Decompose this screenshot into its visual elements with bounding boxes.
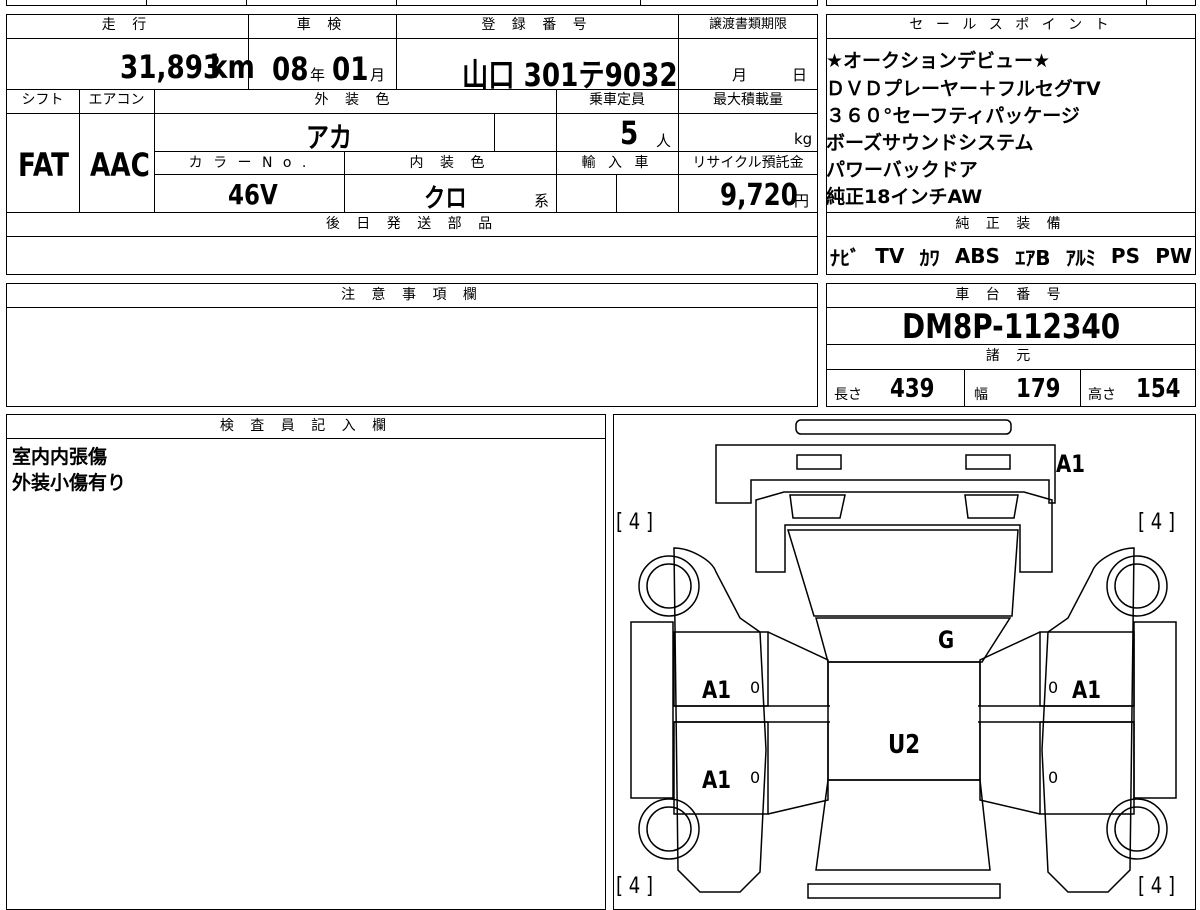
inspection-year-unit: 年 xyxy=(310,66,326,84)
tire-front-right-mark: [ 4 ] xyxy=(1138,874,1176,899)
aircon-header: エアコン xyxy=(88,92,145,108)
rear-window-shape xyxy=(786,529,1019,617)
inspector-line: 室内内張傷 xyxy=(12,446,108,468)
spec-width-label: 幅 xyxy=(974,387,988,403)
equipment-item: ｱﾙﾐ xyxy=(1065,245,1096,270)
equipment-item: ｶﾜ xyxy=(919,245,940,270)
damage-mark-left-rear-door: A1 xyxy=(702,676,731,704)
chassis-number-wrap: DM8P-112340 xyxy=(826,307,1196,347)
capacity-unit: 人 xyxy=(656,132,672,150)
sales-point-item: パワーバックドア xyxy=(826,159,978,181)
windshield-shape xyxy=(815,617,1012,663)
spec-height-value: 154 xyxy=(1136,374,1181,404)
top-cutoff-divider xyxy=(1146,0,1147,6)
max-load-header: 最大積載量 xyxy=(713,92,783,108)
sales-point-item: ３６０°セーフティパッケージ xyxy=(826,105,1080,127)
inspection-month-unit: 月 xyxy=(370,66,386,84)
notes-header: 注 意 事 項 欄 xyxy=(341,287,483,303)
spec-length-label: 長さ xyxy=(834,387,862,403)
damage-mark-roof: U2 xyxy=(888,730,921,760)
chassis-header: 車 台 番 号 xyxy=(955,287,1067,303)
sales-points-header: セ ー ル ス ポ イ ン ト xyxy=(909,17,1113,33)
capacity-value: 5 xyxy=(620,114,639,152)
mileage-header: 走 行 xyxy=(101,17,153,33)
equipment-item: PS xyxy=(1110,244,1140,268)
inspector-header: 検 査 員 記 入 欄 xyxy=(219,418,393,434)
equipment-item: TV xyxy=(875,244,905,268)
damage-mark-left-front-door: A1 xyxy=(702,766,731,794)
inspection-header: 車 検 xyxy=(296,17,348,33)
capacity-header: 乗車定員 xyxy=(589,92,645,108)
equipment-item: PW xyxy=(1155,244,1192,268)
score-left-front-door: 0 xyxy=(750,768,761,787)
exterior-color-header: 外 装 色 xyxy=(314,92,396,108)
shift-value: FAT xyxy=(18,146,70,184)
score-right-front-door: 0 xyxy=(1048,768,1059,787)
wheel-rear-left-shape xyxy=(638,555,700,617)
transfer-month-unit: 月 xyxy=(732,66,748,84)
spec-width-value: 179 xyxy=(1016,374,1061,404)
top-cutoff-row xyxy=(6,0,818,6)
import-header: 輸 入 車 xyxy=(581,155,653,171)
color-no-value: 46V xyxy=(228,178,278,211)
top-cutoff-row-right xyxy=(826,0,1196,6)
tire-front-left-mark: [ 4 ] xyxy=(616,874,654,899)
damage-mark-rear-bumper: A1 xyxy=(1056,450,1085,478)
recycle-header: リサイクル預託金 xyxy=(692,155,804,171)
top-cutoff-divider xyxy=(396,0,397,6)
damage-mark-windshield: G xyxy=(938,626,955,654)
max-load-unit: kg xyxy=(794,130,813,148)
car-diagram xyxy=(630,419,1177,899)
exterior-color-value: アカ xyxy=(306,121,352,154)
tailgate-shape xyxy=(755,491,1053,573)
mileage-value: 31,893 xyxy=(120,48,222,86)
interior-color-value: クロ xyxy=(424,184,467,214)
tire-rear-left-mark: [ 4 ] xyxy=(616,510,654,535)
hood-shape xyxy=(815,779,991,871)
top-cutoff-divider xyxy=(640,0,641,6)
transfer-day-unit: 日 xyxy=(792,66,808,84)
spec-length-value: 439 xyxy=(890,374,935,404)
roof-shape xyxy=(827,661,981,781)
sales-point-item: ★オークションデビュー★ xyxy=(826,50,1051,72)
sales-point-item: 純正18インチAW xyxy=(826,186,983,208)
spec-height-label: 高さ xyxy=(1088,387,1116,403)
score-left-rear-door: 0 xyxy=(750,678,761,697)
equipment-item: ﾅﾋﾞ xyxy=(830,245,860,270)
recycle-value: 9,720 xyxy=(720,178,798,213)
tire-rear-right-mark: [ 4 ] xyxy=(1138,510,1176,535)
mileage-unit: km xyxy=(210,48,255,86)
equipment-item: ABS xyxy=(954,244,1000,268)
equipment-header: 純 正 装 備 xyxy=(955,216,1067,232)
wheel-front-left-shape xyxy=(638,798,700,860)
damage-mark-right-rear-door: A1 xyxy=(1072,676,1101,704)
sales-point-item: ＤＶＤプレーヤー＋フルセグTV xyxy=(826,78,1101,100)
recycle-unit: 円 xyxy=(794,192,810,210)
equipment-list: ﾅﾋﾞ TV ｶﾜ ABS ｴｱB ｱﾙﾐ PS PW xyxy=(830,240,1192,272)
registration-header: 登 録 番 号 xyxy=(481,17,593,33)
shift-header: シフト xyxy=(21,92,64,108)
transfer-deadline-header: 譲渡書類期限 xyxy=(708,17,787,32)
specs-header: 諸 元 xyxy=(985,348,1037,364)
inspector-line: 外装小傷有り xyxy=(12,472,127,494)
inspection-year: 08 xyxy=(272,50,309,88)
inspection-month: 01 xyxy=(332,50,369,88)
rear-spoiler-shape xyxy=(795,419,1012,435)
equipment-item: ｴｱB xyxy=(1015,245,1051,270)
color-no-header: カ ラ ー N o . xyxy=(188,155,310,171)
chassis-number: DM8P-112340 xyxy=(901,307,1121,347)
sales-point-item: ボーズサウンドシステム xyxy=(826,132,1034,154)
aircon-value: AAC xyxy=(90,146,150,184)
later-parts-header: 後 日 発 送 部 品 xyxy=(325,216,499,232)
top-cutoff-divider xyxy=(146,0,147,6)
interior-color-header: 内 装 色 xyxy=(409,155,491,171)
score-right-rear-door: 0 xyxy=(1048,678,1059,697)
interior-color-suffix: 系 xyxy=(534,192,550,210)
top-cutoff-divider xyxy=(246,0,247,6)
